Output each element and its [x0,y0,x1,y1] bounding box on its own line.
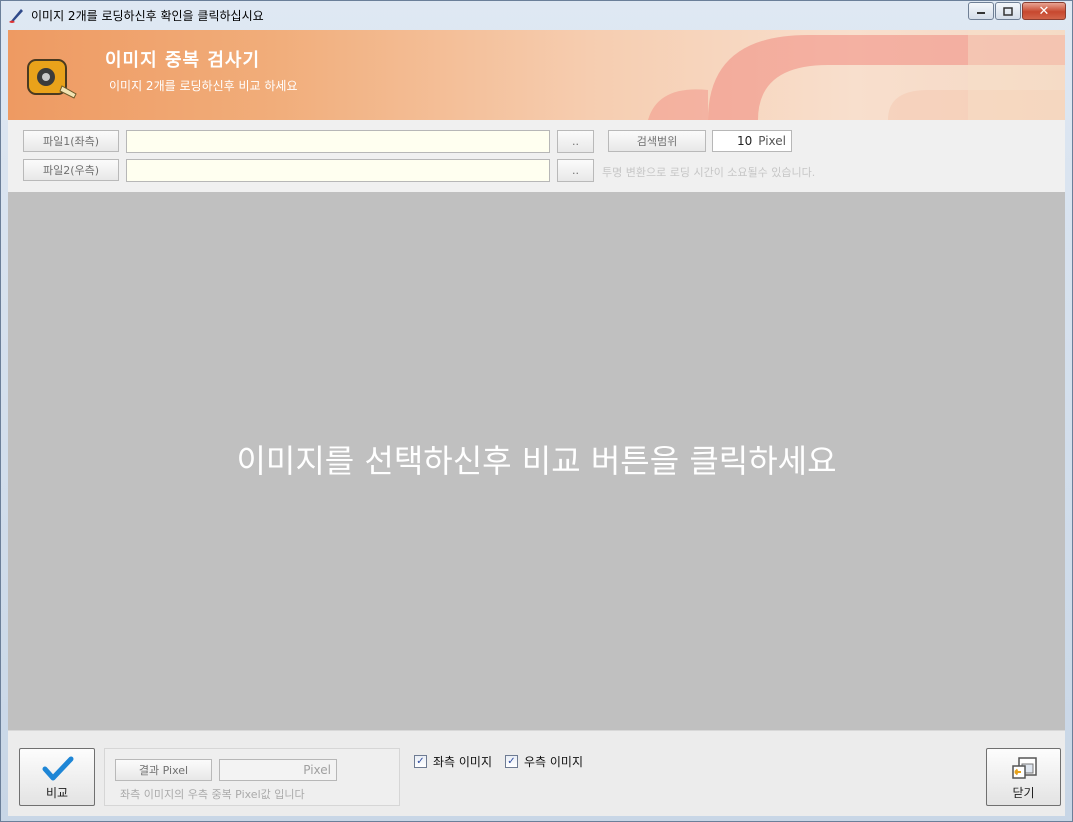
result-pixel-button[interactable]: 결과 Pixel [115,759,212,781]
search-range-field[interactable]: 10 Pixel [712,130,792,152]
window-title: 이미지 2개를 로딩하신후 확인을 클릭하십시요 [31,9,264,23]
tape-measure-icon [27,59,77,99]
canvas-message: 이미지를 선택하신후 비교 버튼을 클릭하세요 [236,442,837,480]
checkbox-check-icon: ✓ [505,755,518,768]
file1-button[interactable]: 파일1(좌측) [23,130,119,152]
minimize-button[interactable] [968,2,994,20]
compare-label: 비교 [45,786,69,800]
banner-title: 이미지 중복 검사기 [105,50,261,71]
file1-path-field[interactable] [126,130,550,153]
header-banner: 이미지 중복 검사기 이미지 2개를 로딩하신후 비교 하세요 [8,30,1065,120]
bottom-panel: 비교 결과 Pixel Pixel 좌측 이미지의 우측 중복 Pixel값 입… [8,730,1065,816]
exit-window-icon [1012,757,1037,779]
close-window-button[interactable]: ✕ [1022,2,1066,20]
file2-browse-button[interactable]: .. [557,159,594,182]
result-pixel-field[interactable]: Pixel [219,759,337,781]
left-image-checkbox[interactable]: ✓ 좌측 이미지 [414,753,492,770]
result-pixel-unit: Pixel [303,763,331,777]
image-preview-area[interactable]: 이미지를 선택하신후 비교 버튼을 클릭하세요 [8,192,1065,730]
file2-button[interactable]: 파일2(우측) [23,159,119,181]
app-window: 이미지 2개를 로딩하신후 확인을 클릭하십시요 ✕ 이미지 중복 검사기 이미… [0,0,1073,822]
transparency-hint: 투명 변환으로 로딩 시간이 소요될수 있습니다. [602,166,816,179]
right-image-label: 우측 이미지 [524,755,584,769]
close-label: 닫기 [1012,786,1035,800]
file1-browse-button[interactable]: .. [557,130,594,153]
close-icon: ✕ [1038,3,1050,19]
client-area: 이미지 중복 검사기 이미지 2개를 로딩하신후 비교 하세요 파일1(좌측) … [8,30,1065,816]
title-bar[interactable]: 이미지 2개를 로딩하신후 확인을 클릭하십시요 ✕ [1,1,1072,29]
checkbox-check-icon: ✓ [414,755,427,768]
minimize-icon [977,12,985,14]
result-note: 좌측 이미지의 우측 중복 Pixel값 입니다 [120,788,305,801]
banner-decoration [648,30,1065,120]
right-image-checkbox[interactable]: ✓ 우측 이미지 [505,753,583,770]
left-image-label: 좌측 이미지 [433,755,493,769]
search-range-unit: Pixel [758,134,786,148]
banner-subtitle: 이미지 2개를 로딩하신후 비교 하세요 [109,79,298,93]
checkmark-icon [42,756,74,781]
compare-button[interactable]: 비교 [19,748,95,806]
maximize-button[interactable] [995,2,1021,20]
search-range-value: 10 [736,134,753,148]
file2-path-field[interactable] [126,159,550,182]
app-icon [9,9,23,23]
maximize-icon [1003,6,1013,16]
search-range-button[interactable]: 검색범위 [608,130,706,152]
close-button[interactable]: 닫기 [986,748,1061,806]
